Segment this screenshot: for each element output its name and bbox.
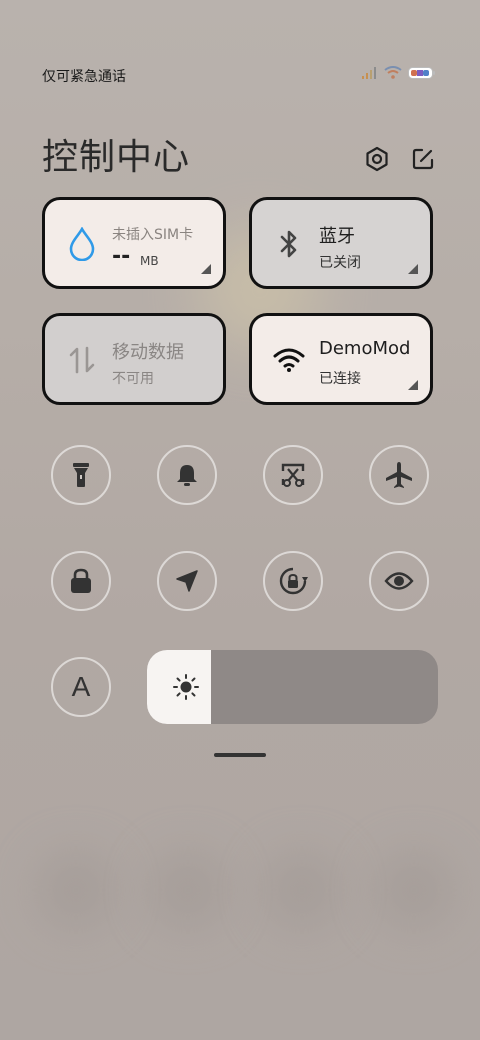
drag-handle[interactable] xyxy=(214,753,266,757)
bluetooth-tile[interactable]: 蓝牙 已关闭 xyxy=(249,197,433,289)
flashlight-icon xyxy=(73,463,89,487)
flashlight-toggle[interactable] xyxy=(51,445,111,505)
rotation-lock-icon xyxy=(279,567,308,595)
mobile-data-status: 不可用 xyxy=(112,371,154,387)
signal-icon xyxy=(362,66,376,79)
background-blur xyxy=(148,850,228,930)
background-blur xyxy=(262,850,342,930)
expand-corner xyxy=(408,380,418,390)
sim-status-label: 未插入SIM卡 xyxy=(112,227,194,243)
mobile-data-tile[interactable]: 移动数据 不可用 xyxy=(42,313,226,405)
status-icons xyxy=(362,66,436,79)
sun-icon xyxy=(173,674,199,700)
water-drop-icon xyxy=(65,227,99,261)
data-usage-tile[interactable]: 未插入SIM卡 -- MB xyxy=(42,197,226,289)
wifi-icon xyxy=(272,343,306,377)
lock-toggle[interactable] xyxy=(51,551,111,611)
eye-comfort-toggle[interactable] xyxy=(369,551,429,611)
brightness-slider[interactable] xyxy=(147,650,438,724)
location-icon xyxy=(176,570,198,592)
screenshot-toggle[interactable] xyxy=(263,445,323,505)
bell-icon xyxy=(177,465,197,486)
bluetooth-label: 蓝牙 xyxy=(319,226,355,247)
auto-brightness-label: A xyxy=(71,671,91,702)
expand-corner xyxy=(408,264,418,274)
mobile-data-label: 移动数据 xyxy=(112,342,184,363)
bluetooth-status: 已关闭 xyxy=(319,255,361,271)
rotation-lock-toggle[interactable] xyxy=(263,551,323,611)
bell-toggle[interactable] xyxy=(157,445,217,505)
background-blur xyxy=(36,850,116,930)
eye-icon xyxy=(384,572,414,590)
bluetooth-icon xyxy=(272,227,306,261)
data-arrows-icon xyxy=(65,343,99,377)
auto-brightness-button[interactable]: A xyxy=(51,657,111,717)
wifi-tile[interactable]: DemoMod 已连接 xyxy=(249,313,433,405)
carrier-status: 仅可紧急通话 xyxy=(42,69,126,85)
airplane-toggle[interactable] xyxy=(369,445,429,505)
page-title: 控制中心 xyxy=(42,137,191,178)
background-blur xyxy=(374,850,454,930)
data-usage-value: -- xyxy=(112,244,131,269)
edit-icon[interactable] xyxy=(408,144,438,174)
data-usage-unit: MB xyxy=(140,254,159,268)
screenshot-icon xyxy=(281,463,305,487)
wifi-icon xyxy=(384,66,402,79)
location-toggle[interactable] xyxy=(157,551,217,611)
battery-icon xyxy=(408,66,435,79)
wifi-status: 已连接 xyxy=(319,371,361,387)
wifi-network-name: DemoMod xyxy=(319,338,411,359)
settings-icon[interactable] xyxy=(362,144,392,174)
airplane-icon xyxy=(386,462,412,488)
expand-corner xyxy=(201,264,211,274)
lock-icon xyxy=(71,568,91,593)
